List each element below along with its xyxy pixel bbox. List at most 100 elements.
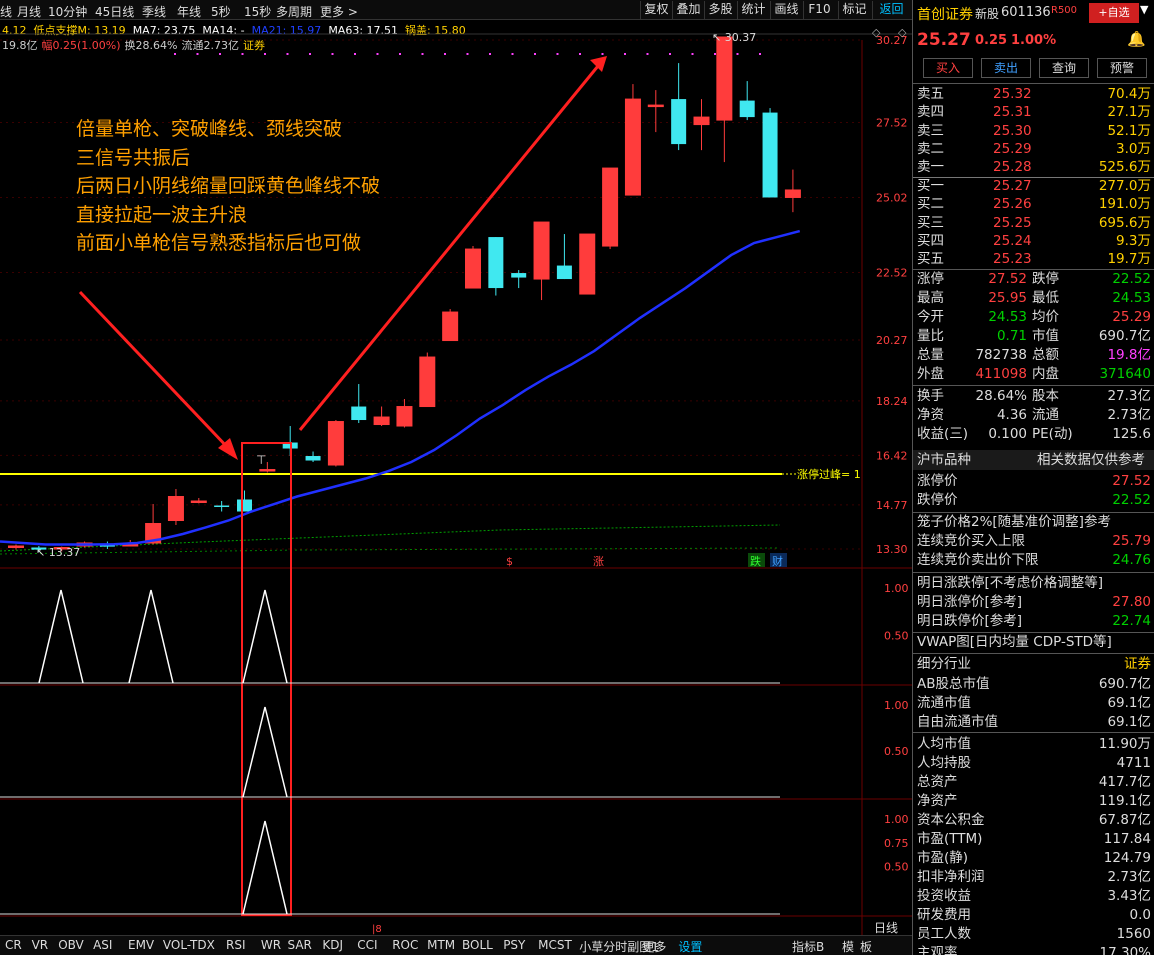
indicator-tab[interactable]: 指标B <box>792 938 824 955</box>
signal-dot <box>556 53 559 55</box>
indicator-tab[interactable]: MTM <box>427 938 455 952</box>
indicator-tab[interactable]: BOLL <box>462 938 493 952</box>
period-tab[interactable]: 年线 <box>177 3 201 20</box>
y-tick-label: 16.42 <box>876 449 908 462</box>
dropdown-icon[interactable]: ▼ <box>1140 3 1148 16</box>
toolbar-button[interactable]: 统计 <box>737 1 769 19</box>
indicator-tab[interactable]: 板 <box>860 938 872 955</box>
orderbook-row[interactable]: 买四 25.24 9.3万 <box>917 232 1153 251</box>
period-tab[interactable]: 线 <box>0 3 12 20</box>
indicator-tab[interactable]: MCST <box>538 938 572 952</box>
orderbook-row[interactable]: 卖五 25.32 70.4万 <box>917 85 1153 104</box>
toolbar-button[interactable]: 复权 <box>640 1 672 19</box>
add-watchlist-button[interactable]: +自选 <box>1089 3 1139 23</box>
period-tab[interactable]: 45日线 <box>95 3 134 20</box>
orderbook-row[interactable]: 卖二 25.29 3.0万 <box>917 140 1153 159</box>
candle[interactable] <box>237 490 252 512</box>
event-marker: 跌 <box>750 554 761 568</box>
level-price: 25.24 <box>993 232 1032 249</box>
indicator-tab[interactable]: SAR <box>288 938 312 952</box>
indicator-tab[interactable]: 更多 <box>642 938 666 955</box>
candle[interactable] <box>351 384 367 424</box>
candle[interactable] <box>693 99 710 151</box>
stat-row: 换手 28.64% 股本 27.3亿 <box>917 388 1151 404</box>
trade-button[interactable]: 查询 <box>1039 58 1089 78</box>
indicator-tab[interactable]: PSY <box>503 938 525 952</box>
candle[interactable] <box>167 489 184 526</box>
orderbook-row[interactable]: 买五 25.23 19.7万 <box>917 250 1153 269</box>
candle[interactable] <box>716 36 733 163</box>
candle[interactable] <box>784 169 801 213</box>
candle[interactable] <box>396 399 413 428</box>
period-tab[interactable]: 月线 <box>17 3 41 20</box>
vwap-header[interactable]: VWAP图[日内均量 CDP-STD等] <box>917 633 1153 652</box>
indicator-tab[interactable]: ASI <box>93 938 112 952</box>
period-tab[interactable]: 季线 <box>142 3 166 20</box>
candle[interactable] <box>556 234 572 280</box>
indicator-tab[interactable]: VR <box>32 938 49 952</box>
indicator-tab[interactable]: EMV <box>128 938 154 952</box>
bell-icon[interactable]: 🔔 <box>1127 30 1146 48</box>
level-volume: 191.0万 <box>1098 196 1151 213</box>
indicator-tab[interactable]: 模 <box>842 938 854 955</box>
orderbook-row[interactable]: 买二 25.26 191.0万 <box>917 195 1153 214</box>
candle[interactable] <box>579 233 596 295</box>
sub-tick-label: 0.75 <box>884 837 909 850</box>
candle[interactable] <box>739 81 755 121</box>
trade-button[interactable]: 买入 <box>923 58 973 78</box>
period-tab[interactable]: 更多 > <box>320 3 358 20</box>
candle[interactable] <box>465 246 481 289</box>
candle[interactable] <box>602 167 619 250</box>
signal-dot <box>444 53 446 55</box>
candle[interactable] <box>533 221 550 301</box>
annotation-line: 前面小单枪信号熟悉指标后也可做 <box>76 232 362 254</box>
indicator-tab[interactable]: OBV <box>58 938 84 952</box>
period-tab[interactable]: 15秒 <box>244 3 271 20</box>
indicator-tab[interactable]: VOL-TDX <box>163 938 215 952</box>
orderbook-row[interactable]: 卖一 25.28 525.6万 <box>917 158 1153 177</box>
period-tab[interactable]: 5秒 <box>211 3 231 20</box>
level-price: 25.29 <box>993 140 1032 157</box>
sub-tick-label: 1.00 <box>884 813 909 826</box>
period-tab[interactable]: 10分钟 <box>48 3 87 20</box>
toolbar-button[interactable]: 多股 <box>704 1 736 19</box>
level-label: 卖二 <box>917 140 944 157</box>
toolbar-button[interactable]: 标记 <box>838 1 870 19</box>
candle[interactable] <box>190 498 207 504</box>
orderbook-row[interactable]: 卖四 25.31 27.1万 <box>917 103 1153 122</box>
candle[interactable] <box>671 63 687 151</box>
candle[interactable] <box>327 420 344 467</box>
orderbook-row[interactable]: 卖三 25.30 52.1万 <box>917 122 1153 141</box>
toolbar-button[interactable]: 返回 <box>872 1 910 19</box>
candle[interactable] <box>419 352 436 408</box>
candle[interactable] <box>214 501 230 512</box>
toolbar-button[interactable]: 叠加 <box>672 1 704 19</box>
candle[interactable] <box>8 544 24 550</box>
stock-name: 首创证券 <box>917 7 973 23</box>
period-tab[interactable]: 多周期 <box>276 3 312 20</box>
candle[interactable] <box>624 84 641 196</box>
tomorrow-header: 明日涨跌停[不考虑价格调整等] <box>917 575 1104 591</box>
indicator-tab[interactable]: WR <box>261 938 281 952</box>
indicator-tab[interactable]: ROC <box>392 938 418 952</box>
candle[interactable] <box>647 90 664 133</box>
indicator-tab[interactable]: RSI <box>226 938 246 952</box>
toolbar-button[interactable]: 画线 <box>770 1 802 19</box>
trade-button[interactable]: 预警 <box>1097 58 1147 78</box>
indicator-tab[interactable]: KDJ <box>322 938 343 952</box>
indicator-tab[interactable]: 设置 <box>678 938 702 955</box>
signal-triangle <box>38 589 84 684</box>
cage-row: 连续竞价买入上限 25.79 <box>917 533 1151 549</box>
indicator-tab[interactable]: CCI <box>357 938 377 952</box>
level-volume: 9.3万 <box>1116 232 1151 249</box>
toolbar-button[interactable]: F10 <box>803 1 835 19</box>
candle[interactable] <box>762 108 778 198</box>
candle[interactable] <box>442 309 459 342</box>
candle[interactable] <box>488 237 504 296</box>
candle[interactable] <box>305 451 321 463</box>
candle[interactable] <box>373 406 390 427</box>
orderbook-row[interactable]: 买三 25.25 695.6万 <box>917 214 1153 233</box>
trade-button[interactable]: 卖出 <box>981 58 1031 78</box>
orderbook-row[interactable]: 买一 25.27 277.0万 <box>917 177 1153 196</box>
indicator-tab[interactable]: CR <box>5 938 22 952</box>
